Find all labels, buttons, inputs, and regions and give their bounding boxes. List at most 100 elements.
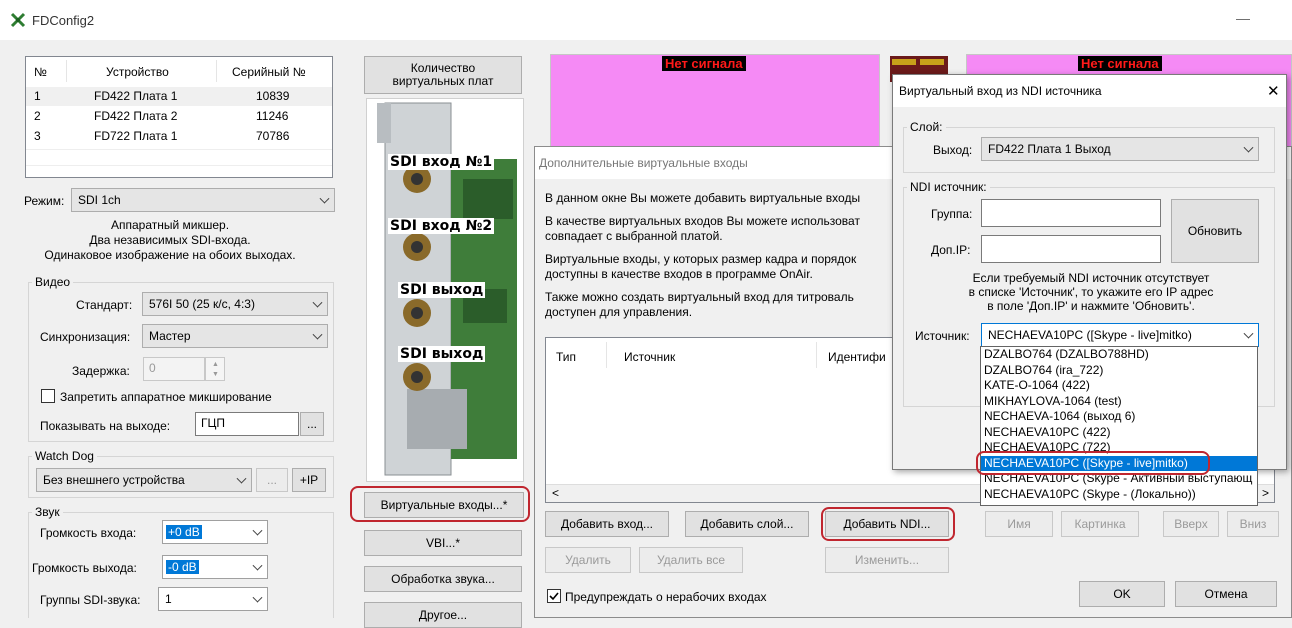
dropdown-option[interactable]: DZALBO764 (ira_722) [981, 363, 1257, 379]
show-output-label: Показывать на выходе: [40, 419, 171, 433]
col-source[interactable]: Источник [624, 350, 675, 364]
table-row[interactable]: 1 FD422 Плата 1 10839 [26, 87, 332, 106]
ndi-dialog-title: Виртуальный вход из NDI источника [899, 84, 1102, 98]
audio-meter-bar [920, 59, 944, 65]
dropdown-option[interactable]: DZALBO764 (DZALBO788HD) [981, 347, 1257, 363]
standard-select[interactable]: 576I 50 (25 к/с, 4:3) [142, 292, 328, 316]
layer-group-title: Слой: [907, 120, 946, 134]
output-value: FD422 Плата 1 Выход [988, 142, 1111, 156]
close-icon[interactable]: ✕ [1267, 82, 1280, 100]
col-device[interactable]: Устройство [106, 65, 169, 79]
watchdog-select[interactable]: Без внешнего устройства [36, 468, 252, 492]
dropdown-option[interactable]: NECHAEVA10PC (Skype - (Локально)) [981, 487, 1257, 503]
virtual-boards-button[interactable]: Количество виртуальных плат [364, 56, 522, 94]
window-title: FDConfig2 [32, 13, 95, 28]
col-identifier[interactable]: Идентифи [828, 350, 886, 364]
delay-stepper[interactable]: ▲ ▼ [205, 357, 225, 381]
hint-line: в списке 'Источник', то укажите его IP а… [968, 285, 1214, 299]
input-volume-select[interactable]: +0 dB [162, 520, 268, 544]
dropdown-option[interactable]: MIKHAYLOVA-1064 (test) [981, 394, 1257, 410]
delete-all-button[interactable]: Удалить все [639, 547, 743, 573]
standard-value: 576I 50 (25 к/с, 4:3) [149, 297, 255, 311]
source-value: NECHAEVA10PC ([Skype - live]mitko) [988, 328, 1192, 342]
info-text: В качестве виртуальных входов Вы можете … [545, 214, 860, 228]
dropdown-option[interactable]: NECHAEVA-1064 (выход 6) [981, 409, 1257, 425]
col-type[interactable]: Тип [556, 350, 576, 364]
refresh-button[interactable]: Обновить [1171, 199, 1259, 263]
mode-desc-line: Аппаратный микшер. [110, 218, 230, 232]
table-row[interactable]: 3 FD722 Плата 1 70786 [26, 127, 332, 146]
cancel-button[interactable]: Отмена [1175, 581, 1277, 607]
dialog-text: В данном окне Вы можете добавить виртуал… [545, 191, 895, 320]
name-button[interactable]: Имя [985, 511, 1053, 537]
other-button[interactable]: Другое... [364, 602, 522, 628]
chevron-down-icon [252, 525, 263, 536]
ndi-hint: Если требуемый NDI источник отсутствует … [913, 271, 1269, 313]
table-row[interactable]: 2 FD422 Плата 2 11246 [26, 107, 332, 126]
ip-input[interactable] [981, 235, 1161, 263]
vbi-button[interactable]: VBI...* [364, 530, 522, 556]
no-signal-2: Нет сигнала [1078, 56, 1162, 71]
disable-mix-checkbox[interactable] [41, 389, 55, 403]
picture-button[interactable]: Картинка [1061, 511, 1139, 537]
down-button[interactable]: Вниз [1227, 511, 1279, 537]
header-divider [606, 342, 607, 368]
chevron-down-icon: ▼ [212, 371, 219, 378]
header-divider [816, 342, 817, 368]
col-serial[interactable]: Серийный № [232, 65, 306, 79]
group-label: Группа: [931, 207, 973, 221]
sound-title: Звук [32, 505, 63, 519]
output-volume-value: -0 dB [166, 560, 199, 574]
ip-label: Доп.IP: [931, 243, 971, 257]
ok-button[interactable]: OK [1079, 581, 1165, 607]
add-input-button[interactable]: Добавить вход... [545, 511, 669, 537]
watchdog-browse-button[interactable]: ... [256, 468, 288, 492]
sync-select[interactable]: Мастер [142, 324, 328, 348]
annotation-ring [976, 451, 1210, 475]
show-output-input[interactable]: ГЦП [195, 412, 299, 436]
annotation-ring [350, 486, 530, 522]
card-label-sdi-in-1: SDI вход №1 [388, 154, 495, 170]
cell-device: FD422 Плата 1 [94, 89, 178, 103]
dropdown-option[interactable]: NECHAEVA10PC (422) [981, 425, 1257, 441]
col-number[interactable]: № [34, 65, 47, 79]
no-signal-1: Нет сигнала [662, 56, 746, 71]
table-row-empty [26, 149, 332, 150]
dialog-title: Дополнительные виртуальные входы [539, 156, 748, 170]
delete-button[interactable]: Удалить [545, 547, 631, 573]
dropdown-option[interactable]: KATE-O-1064 (422) [981, 378, 1257, 394]
cell-number: 3 [34, 129, 41, 143]
output-select[interactable]: FD422 Плата 1 Выход [981, 137, 1259, 161]
chevron-right-icon[interactable]: > [1262, 486, 1269, 500]
output-volume-label: Громкость выхода: [32, 561, 137, 575]
up-button[interactable]: Вверх [1163, 511, 1219, 537]
minimize-button[interactable]: — [1236, 10, 1250, 26]
mode-value: SDI 1ch [78, 193, 121, 207]
chevron-left-icon[interactable]: < [552, 486, 559, 500]
input-volume-label: Громкость входа: [40, 526, 137, 540]
hint-line: в поле 'Доп.IP' и нажмите 'Обновить'. [987, 299, 1195, 313]
output-volume-select[interactable]: -0 dB [162, 555, 268, 579]
mode-select[interactable]: SDI 1ch [71, 188, 335, 212]
source-label: Источник: [915, 329, 970, 343]
annotation-ring [821, 507, 955, 541]
warn-label: Предупреждать о нерабочих входах [565, 590, 767, 604]
ndi-group-title: NDI источник: [907, 180, 990, 194]
card-label-sdi-out-1: SDI выход [398, 282, 486, 298]
group-input[interactable] [981, 199, 1161, 227]
sound-processing-button[interactable]: Обработка звука... [364, 566, 522, 592]
card-label-sdi-in-2: SDI вход №2 [388, 218, 495, 234]
info-text: доступен для управления. [545, 305, 693, 319]
add-layer-button[interactable]: Добавить слой... [685, 511, 809, 537]
watchdog-title: Watch Dog [32, 449, 97, 463]
change-button[interactable]: Изменить... [825, 547, 949, 573]
show-output-browse-button[interactable]: ... [300, 412, 324, 436]
disable-mix-label: Запретить аппаратное микширование [60, 390, 272, 404]
delay-input[interactable]: 0 [143, 357, 205, 381]
header-divider [216, 60, 217, 82]
source-select[interactable]: NECHAEVA10PC ([Skype - live]mitko) [981, 323, 1259, 347]
sdi-groups-select[interactable]: 1 [158, 587, 268, 611]
sync-value: Мастер [149, 329, 191, 343]
warn-checkbox[interactable] [547, 589, 561, 603]
watchdog-ip-button[interactable]: +IP [292, 468, 326, 492]
